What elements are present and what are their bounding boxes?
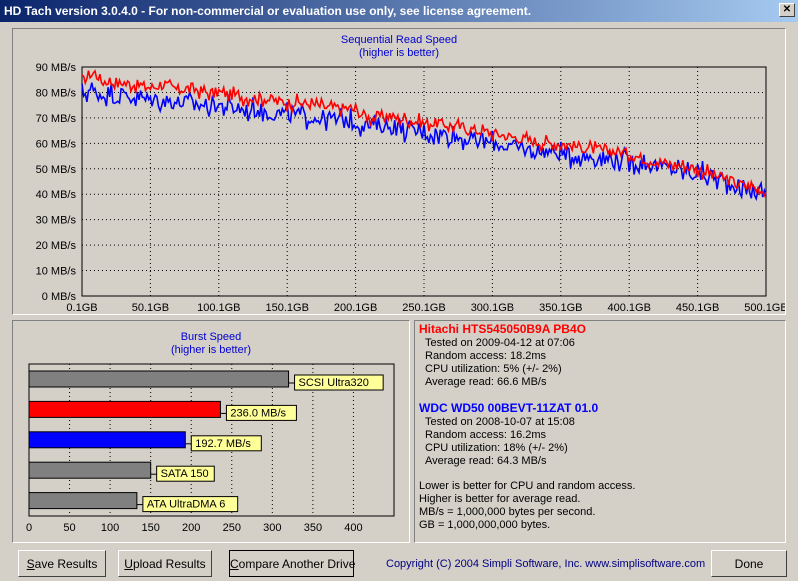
drive2-cpu: CPU utilization: 18% (+/- 2%) (425, 442, 568, 454)
seq-x-tick-label: 500.1GB (744, 302, 785, 314)
drive2-avg-read: Average read: 64.3 MB/s (425, 455, 547, 467)
seq-x-tick-label: 400.1GB (607, 302, 650, 314)
burst-x-tick-label: 0 (26, 522, 32, 534)
seq-y-tick-label: 40 MB/s (36, 189, 77, 201)
note-mbs-definition: MB/s = 1,000,000 bytes per second. (419, 506, 596, 518)
burst-bar-label: 236.0 MB/s (230, 407, 286, 419)
burst-bar-label: ATA UltraDMA 6 (147, 499, 225, 511)
seq-y-tick-label: 50 MB/s (36, 164, 77, 176)
note-cpu-random: Lower is better for CPU and random acces… (419, 480, 636, 492)
save-results-label: Save Results (26, 557, 98, 571)
copyright-text: Copyright (C) 2004 Simpli Software, Inc.… (386, 558, 706, 570)
burst-x-tick-label: 100 (101, 522, 119, 534)
seq-x-tick-label: 0.1GB (66, 302, 97, 314)
seq-x-tick-label: 250.1GB (402, 302, 445, 314)
burst-bar (28, 492, 138, 510)
drive1-cpu: CPU utilization: 5% (+/- 2%) (425, 363, 562, 375)
compare-another-drive-button[interactable]: Compare Another Drive (229, 550, 356, 577)
burst-x-tick-label: 300 (263, 522, 281, 534)
drive1-name: Hitachi HTS545050B9A PB4O (419, 322, 586, 336)
seq-y-tick-label: 30 MB/s (36, 215, 77, 227)
burst-x-tick-label: 250 (223, 522, 241, 534)
seq-y-tick-label: 80 MB/s (36, 87, 77, 99)
drive1-random-access: Random access: 18.2ms (425, 350, 547, 362)
save-results-button[interactable]: Save Results (18, 550, 106, 577)
seq-x-tick-label: 300.1GB (471, 302, 514, 314)
burst-bar (28, 431, 186, 449)
sequential-read-panel: Sequential Read Speed (higher is better)… (12, 28, 786, 315)
results-panel: Hitachi HTS545050B9A PB4O Tested on 2009… (414, 320, 786, 543)
close-icon[interactable]: ✕ (779, 3, 795, 17)
drive1-avg-read: Average read: 66.6 MB/s (425, 376, 547, 388)
note-average-read: Higher is better for average read. (419, 493, 581, 505)
seq-y-tick-label: 90 MB/s (36, 62, 77, 74)
burst-speed-chart: 0 50 100 150 200 250 300 350 400 SCSI Ultra320 236… (26, 363, 395, 534)
seq-x-tick-label: 350.1GB (539, 302, 582, 314)
seq-y-tick-label: 20 MB/s (36, 240, 77, 252)
seq-x-tick-label: 100.1GB (197, 302, 240, 314)
burst-x-tick-label: 400 (344, 522, 362, 534)
done-button[interactable]: Done (711, 550, 787, 577)
drive2-name: WDC WD50 00BEVT-11ZAT 01.0 (419, 401, 599, 415)
seq-y-tick-label: 60 MB/s (36, 138, 77, 150)
burst-bar-label: SATA 150 (161, 468, 209, 480)
burst-speed-panel: Burst Speed (higher is better) 0 50 100 150… (12, 320, 410, 543)
note-gb-definition: GB = 1,000,000,000 bytes. (419, 519, 551, 531)
drive2-tested: Tested on 2008-10-07 at 15:08 (425, 416, 575, 428)
window-title: HD Tach version 3.0.4.0 - For non-commer… (4, 4, 532, 18)
upload-results-button[interactable]: Upload Results (118, 550, 212, 577)
compare-another-drive-label: Compare Another Drive (230, 557, 356, 571)
seq-y-tick-label: 70 MB/s (36, 113, 77, 125)
upload-results-label: Upload Results (124, 557, 206, 571)
burst-bar (28, 461, 152, 479)
seq-x-tick-label: 150.1GB (265, 302, 308, 314)
done-label: Done (734, 557, 764, 571)
burst-x-tick-label: 200 (182, 522, 200, 534)
burst-x-tick-label: 350 (304, 522, 322, 534)
burst-bar (28, 400, 221, 418)
drive1-tested: Tested on 2009-04-12 at 07:06 (425, 337, 575, 349)
seq-x-tick-label: 450.1GB (676, 302, 719, 314)
title-bar: HD Tach version 3.0.4.0 - For non-commer… (0, 0, 798, 22)
burst-bar (28, 370, 290, 388)
burst-x-tick-label: 50 (63, 522, 75, 534)
burst-x-tick-label: 150 (141, 522, 159, 534)
drive2-random-access: Random access: 16.2ms (425, 429, 547, 441)
seq-y-tick-label: 10 MB/s (36, 266, 77, 278)
seq-x-tick-label: 50.1GB (132, 302, 169, 314)
burst-bar-label: SCSI Ultra320 (299, 377, 369, 389)
burst-bar-label: 192.7 MB/s (195, 438, 251, 450)
sequential-read-chart: 0 MB/s10 MB/s20 MB/s30 MB/s40 MB/s50 MB/… (36, 62, 785, 314)
seq-x-tick-label: 200.1GB (334, 302, 377, 314)
